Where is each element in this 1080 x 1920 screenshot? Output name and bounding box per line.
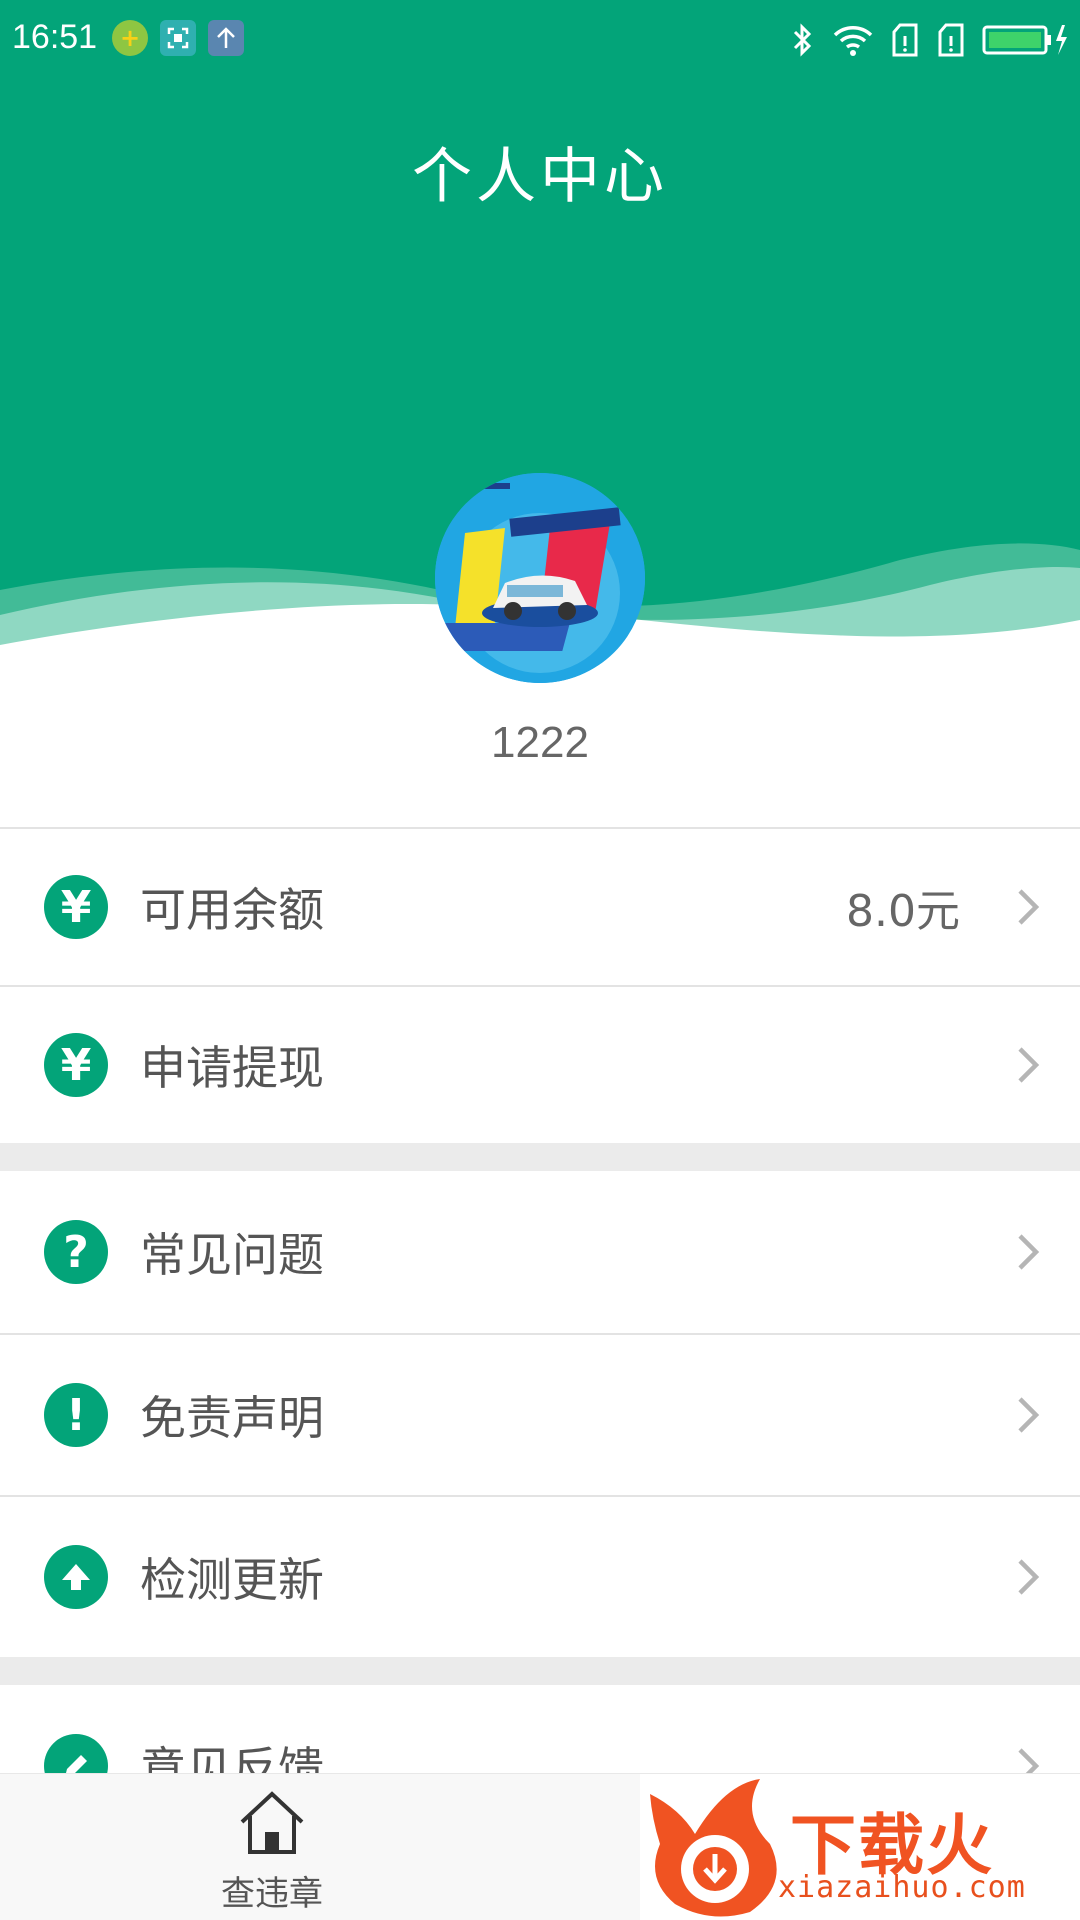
sim1-icon (892, 23, 918, 57)
disclaimer-row[interactable]: ! 免责声明 (0, 1333, 1080, 1495)
avatar[interactable] (435, 473, 645, 683)
question-icon: ? (44, 1220, 108, 1284)
faq-row[interactable]: ? 常见问题 (0, 1171, 1080, 1333)
chevron-right-icon (1018, 1397, 1040, 1433)
watermark-logo: 下载火 xiazaihuo.com (640, 1774, 1080, 1920)
home-icon (240, 1791, 304, 1854)
section-gap (0, 1657, 1080, 1685)
watermark-url: xiazaihuo.com (778, 1870, 1026, 1905)
screenshot-icon (160, 20, 196, 56)
bluetooth-icon (793, 23, 812, 57)
disclaimer-label: 免责声明 (140, 1391, 324, 1445)
chevron-right-icon (1018, 1047, 1040, 1083)
balance-value: 8.0元 (846, 886, 960, 937)
faq-label: 常见问题 (140, 1228, 324, 1282)
update-row[interactable]: 检测更新 (0, 1495, 1080, 1657)
flame-logo-icon (650, 1779, 777, 1917)
status-bar: 16:51 + (0, 0, 1080, 78)
chevron-right-icon (1018, 1234, 1040, 1270)
balance-row[interactable]: ¥ 可用余额 8.0元 (0, 827, 1080, 985)
page-title: 个人中心 (412, 142, 668, 212)
tab-violation-query[interactable]: 查违章 (137, 1774, 407, 1920)
yen-icon: ¥ (44, 1033, 108, 1097)
sim2-icon (938, 23, 964, 57)
status-time: 16:51 (12, 18, 98, 56)
menu-list: ¥ 可用余额 8.0元 ¥ 申请提现 ? 常见问题 ! 免责声明 检测更新 意见… (0, 827, 1080, 1847)
upload-notification-icon (208, 20, 244, 56)
chevron-right-icon (1018, 889, 1040, 925)
bottom-tab-bar: 查违章 下载火 xiazaihuo.com (0, 1773, 1080, 1920)
withdraw-row[interactable]: ¥ 申请提现 (0, 985, 1080, 1143)
balance-label: 可用余额 (140, 883, 324, 937)
notification-plus-icon: + (112, 20, 148, 56)
car-promo-avatar (435, 473, 645, 683)
withdraw-label: 申请提现 (140, 1041, 324, 1095)
status-icons (790, 20, 1068, 60)
tab-label: 查违章 (221, 1874, 323, 1914)
wifi-icon (833, 26, 873, 56)
update-label: 检测更新 (140, 1553, 324, 1607)
upload-arrow-icon (44, 1545, 108, 1609)
chevron-right-icon (1018, 1559, 1040, 1595)
username: 1222 (491, 718, 589, 767)
exclamation-icon: ! (44, 1383, 108, 1447)
section-gap (0, 1143, 1080, 1171)
yen-icon: ¥ (44, 875, 108, 939)
battery-charging-icon (982, 25, 1067, 55)
